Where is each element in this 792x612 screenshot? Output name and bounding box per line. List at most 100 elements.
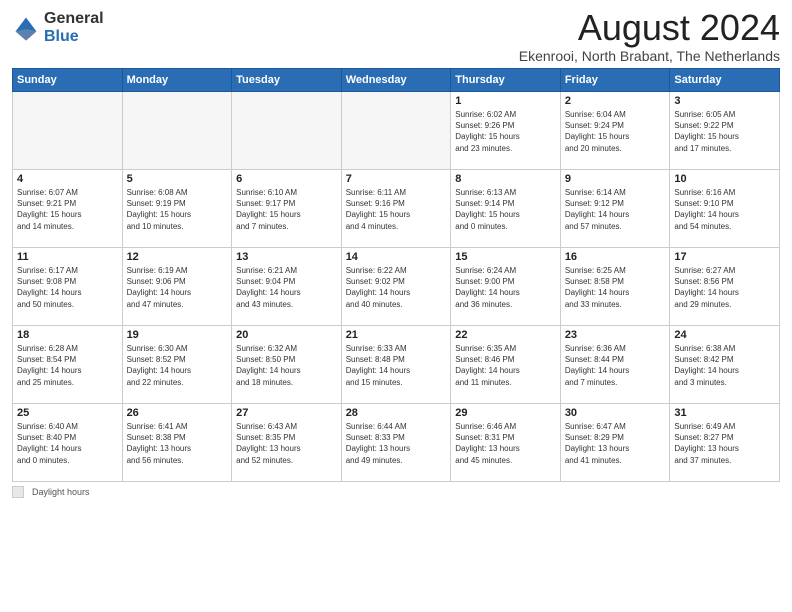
calendar-cell: 31Sunrise: 6:49 AM Sunset: 8:27 PM Dayli…	[670, 404, 780, 482]
footer-box-icon	[12, 486, 24, 498]
calendar-cell: 11 Sunrise: 6:17 AM Sunset: 9:08 PM Dayli…	[13, 248, 123, 326]
day-number: 11	[17, 251, 118, 263]
calendar-cell: 19Sunrise: 6:30 AM Sunset: 8:52 PM Dayli…	[122, 326, 232, 404]
calendar-cell: 27 Sunrise: 6:43 AM Sunset: 8:35 PM Dayli…	[232, 404, 342, 482]
calendar-cell: 24 Sunrise: 6:38 AM Sunset: 8:42 PM Dayli…	[670, 326, 780, 404]
footer: Daylight hours	[12, 486, 780, 498]
day-number: 28	[346, 407, 447, 419]
day-number: 17	[674, 251, 775, 263]
day-info: Sunrise: 6:28 AM Sunset: 8:54 PM Dayligh…	[17, 343, 118, 388]
day-number: 1	[455, 95, 556, 107]
day-number: 6	[236, 173, 337, 185]
day-number: 22	[455, 329, 556, 341]
day-info: Sunrise: 6:02 AM Sunset: 9:26 PM Dayligh…	[455, 109, 556, 154]
calendar-week-3: 11 Sunrise: 6:17 AM Sunset: 9:08 PM Dayli…	[13, 248, 780, 326]
calendar-cell: 22 Sunrise: 6:35 AM Sunset: 8:46 PM Dayli…	[451, 326, 561, 404]
day-number: 20	[236, 329, 337, 341]
calendar-cell: 6 Sunrise: 6:10 AM Sunset: 9:17 PM Daylig…	[232, 170, 342, 248]
logo-blue-label: Blue	[44, 28, 104, 46]
calendar-cell: 13Sunrise: 6:21 AM Sunset: 9:04 PM Dayli…	[232, 248, 342, 326]
weekday-header-friday: Friday	[560, 69, 670, 92]
day-info: Sunrise: 6:27 AM Sunset: 8:56 PM Dayligh…	[674, 265, 775, 310]
day-info: Sunrise: 6:10 AM Sunset: 9:17 PM Dayligh…	[236, 187, 337, 232]
day-number: 9	[565, 173, 666, 185]
day-number: 8	[455, 173, 556, 185]
logo-text: General Blue	[44, 10, 104, 45]
logo: General Blue	[12, 10, 104, 45]
day-number: 21	[346, 329, 447, 341]
weekday-header-tuesday: Tuesday	[232, 69, 342, 92]
day-number: 23	[565, 329, 666, 341]
calendar-week-1: 1 Sunrise: 6:02 AM Sunset: 9:26 PM Daylig…	[13, 92, 780, 170]
day-info: Sunrise: 6:33 AM Sunset: 8:48 PM Dayligh…	[346, 343, 447, 388]
day-number: 24	[674, 329, 775, 341]
day-number: 12	[127, 251, 228, 263]
day-info: Sunrise: 6:22 AM Sunset: 9:02 PM Dayligh…	[346, 265, 447, 310]
weekday-header-saturday: Saturday	[670, 69, 780, 92]
calendar-cell	[232, 92, 342, 170]
day-info: Sunrise: 6:41 AM Sunset: 8:38 PM Dayligh…	[127, 421, 228, 466]
day-number: 16	[565, 251, 666, 263]
calendar-cell: 1 Sunrise: 6:02 AM Sunset: 9:26 PM Daylig…	[451, 92, 561, 170]
calendar-cell: 10Sunrise: 6:16 AM Sunset: 9:10 PM Dayli…	[670, 170, 780, 248]
day-info: Sunrise: 6:17 AM Sunset: 9:08 PM Dayligh…	[17, 265, 118, 310]
weekday-header-row: SundayMondayTuesdayWednesdayThursdayFrid…	[13, 69, 780, 92]
calendar-cell: 29 Sunrise: 6:46 AM Sunset: 8:31 PM Dayli…	[451, 404, 561, 482]
day-info: Sunrise: 6:04 AM Sunset: 9:24 PM Dayligh…	[565, 109, 666, 154]
day-number: 4	[17, 173, 118, 185]
logo-general-label: General	[44, 10, 104, 28]
day-info: Sunrise: 6:43 AM Sunset: 8:35 PM Dayligh…	[236, 421, 337, 466]
day-number: 5	[127, 173, 228, 185]
calendar-cell: 5Sunrise: 6:08 AM Sunset: 9:19 PM Daylig…	[122, 170, 232, 248]
day-info: Sunrise: 6:13 AM Sunset: 9:14 PM Dayligh…	[455, 187, 556, 232]
day-number: 26	[127, 407, 228, 419]
calendar-table: SundayMondayTuesdayWednesdayThursdayFrid…	[12, 68, 780, 482]
day-info: Sunrise: 6:30 AM Sunset: 8:52 PM Dayligh…	[127, 343, 228, 388]
calendar-cell: 2 Sunrise: 6:04 AM Sunset: 9:24 PM Daylig…	[560, 92, 670, 170]
day-number: 10	[674, 173, 775, 185]
title-block: August 2024 Ekenrooi, North Brabant, The…	[519, 10, 780, 64]
day-info: Sunrise: 6:47 AM Sunset: 8:29 PM Dayligh…	[565, 421, 666, 466]
day-info: Sunrise: 6:07 AM Sunset: 9:21 PM Dayligh…	[17, 187, 118, 232]
day-info: Sunrise: 6:24 AM Sunset: 9:00 PM Dayligh…	[455, 265, 556, 310]
calendar-cell	[341, 92, 451, 170]
calendar-cell: 25Sunrise: 6:40 AM Sunset: 8:40 PM Dayli…	[13, 404, 123, 482]
calendar-cell: 14Sunrise: 6:22 AM Sunset: 9:02 PM Dayli…	[341, 248, 451, 326]
day-info: Sunrise: 6:11 AM Sunset: 9:16 PM Dayligh…	[346, 187, 447, 232]
month-title: August 2024	[519, 10, 780, 46]
calendar-week-2: 4 Sunrise: 6:07 AM Sunset: 9:21 PM Daylig…	[13, 170, 780, 248]
day-info: Sunrise: 6:35 AM Sunset: 8:46 PM Dayligh…	[455, 343, 556, 388]
weekday-header-monday: Monday	[122, 69, 232, 92]
calendar-cell: 12Sunrise: 6:19 AM Sunset: 9:06 PM Dayli…	[122, 248, 232, 326]
day-number: 3	[674, 95, 775, 107]
calendar-cell	[122, 92, 232, 170]
calendar-cell: 23 Sunrise: 6:36 AM Sunset: 8:44 PM Dayli…	[560, 326, 670, 404]
page-container: General Blue August 2024 Ekenrooi, North…	[0, 0, 792, 506]
day-info: Sunrise: 6:32 AM Sunset: 8:50 PM Dayligh…	[236, 343, 337, 388]
day-number: 31	[674, 407, 775, 419]
header: General Blue August 2024 Ekenrooi, North…	[12, 10, 780, 64]
calendar-cell: 8 Sunrise: 6:13 AM Sunset: 9:14 PM Daylig…	[451, 170, 561, 248]
day-number: 25	[17, 407, 118, 419]
calendar-cell: 4 Sunrise: 6:07 AM Sunset: 9:21 PM Daylig…	[13, 170, 123, 248]
day-info: Sunrise: 6:44 AM Sunset: 8:33 PM Dayligh…	[346, 421, 447, 466]
day-number: 2	[565, 95, 666, 107]
calendar-cell	[13, 92, 123, 170]
calendar-cell: 9Sunrise: 6:14 AM Sunset: 9:12 PM Daylig…	[560, 170, 670, 248]
calendar-week-5: 25Sunrise: 6:40 AM Sunset: 8:40 PM Dayli…	[13, 404, 780, 482]
logo-icon	[12, 14, 40, 42]
calendar-cell: 21 Sunrise: 6:33 AM Sunset: 8:48 PM Dayli…	[341, 326, 451, 404]
footer-label: Daylight hours	[32, 487, 90, 497]
calendar-cell: 17 Sunrise: 6:27 AM Sunset: 8:56 PM Dayli…	[670, 248, 780, 326]
day-number: 27	[236, 407, 337, 419]
calendar-cell: 3 Sunrise: 6:05 AM Sunset: 9:22 PM Daylig…	[670, 92, 780, 170]
day-number: 29	[455, 407, 556, 419]
day-info: Sunrise: 6:46 AM Sunset: 8:31 PM Dayligh…	[455, 421, 556, 466]
day-info: Sunrise: 6:38 AM Sunset: 8:42 PM Dayligh…	[674, 343, 775, 388]
day-info: Sunrise: 6:36 AM Sunset: 8:44 PM Dayligh…	[565, 343, 666, 388]
calendar-cell: 20 Sunrise: 6:32 AM Sunset: 8:50 PM Dayli…	[232, 326, 342, 404]
day-info: Sunrise: 6:05 AM Sunset: 9:22 PM Dayligh…	[674, 109, 775, 154]
calendar-cell: 26 Sunrise: 6:41 AM Sunset: 8:38 PM Dayli…	[122, 404, 232, 482]
day-number: 18	[17, 329, 118, 341]
day-info: Sunrise: 6:21 AM Sunset: 9:04 PM Dayligh…	[236, 265, 337, 310]
